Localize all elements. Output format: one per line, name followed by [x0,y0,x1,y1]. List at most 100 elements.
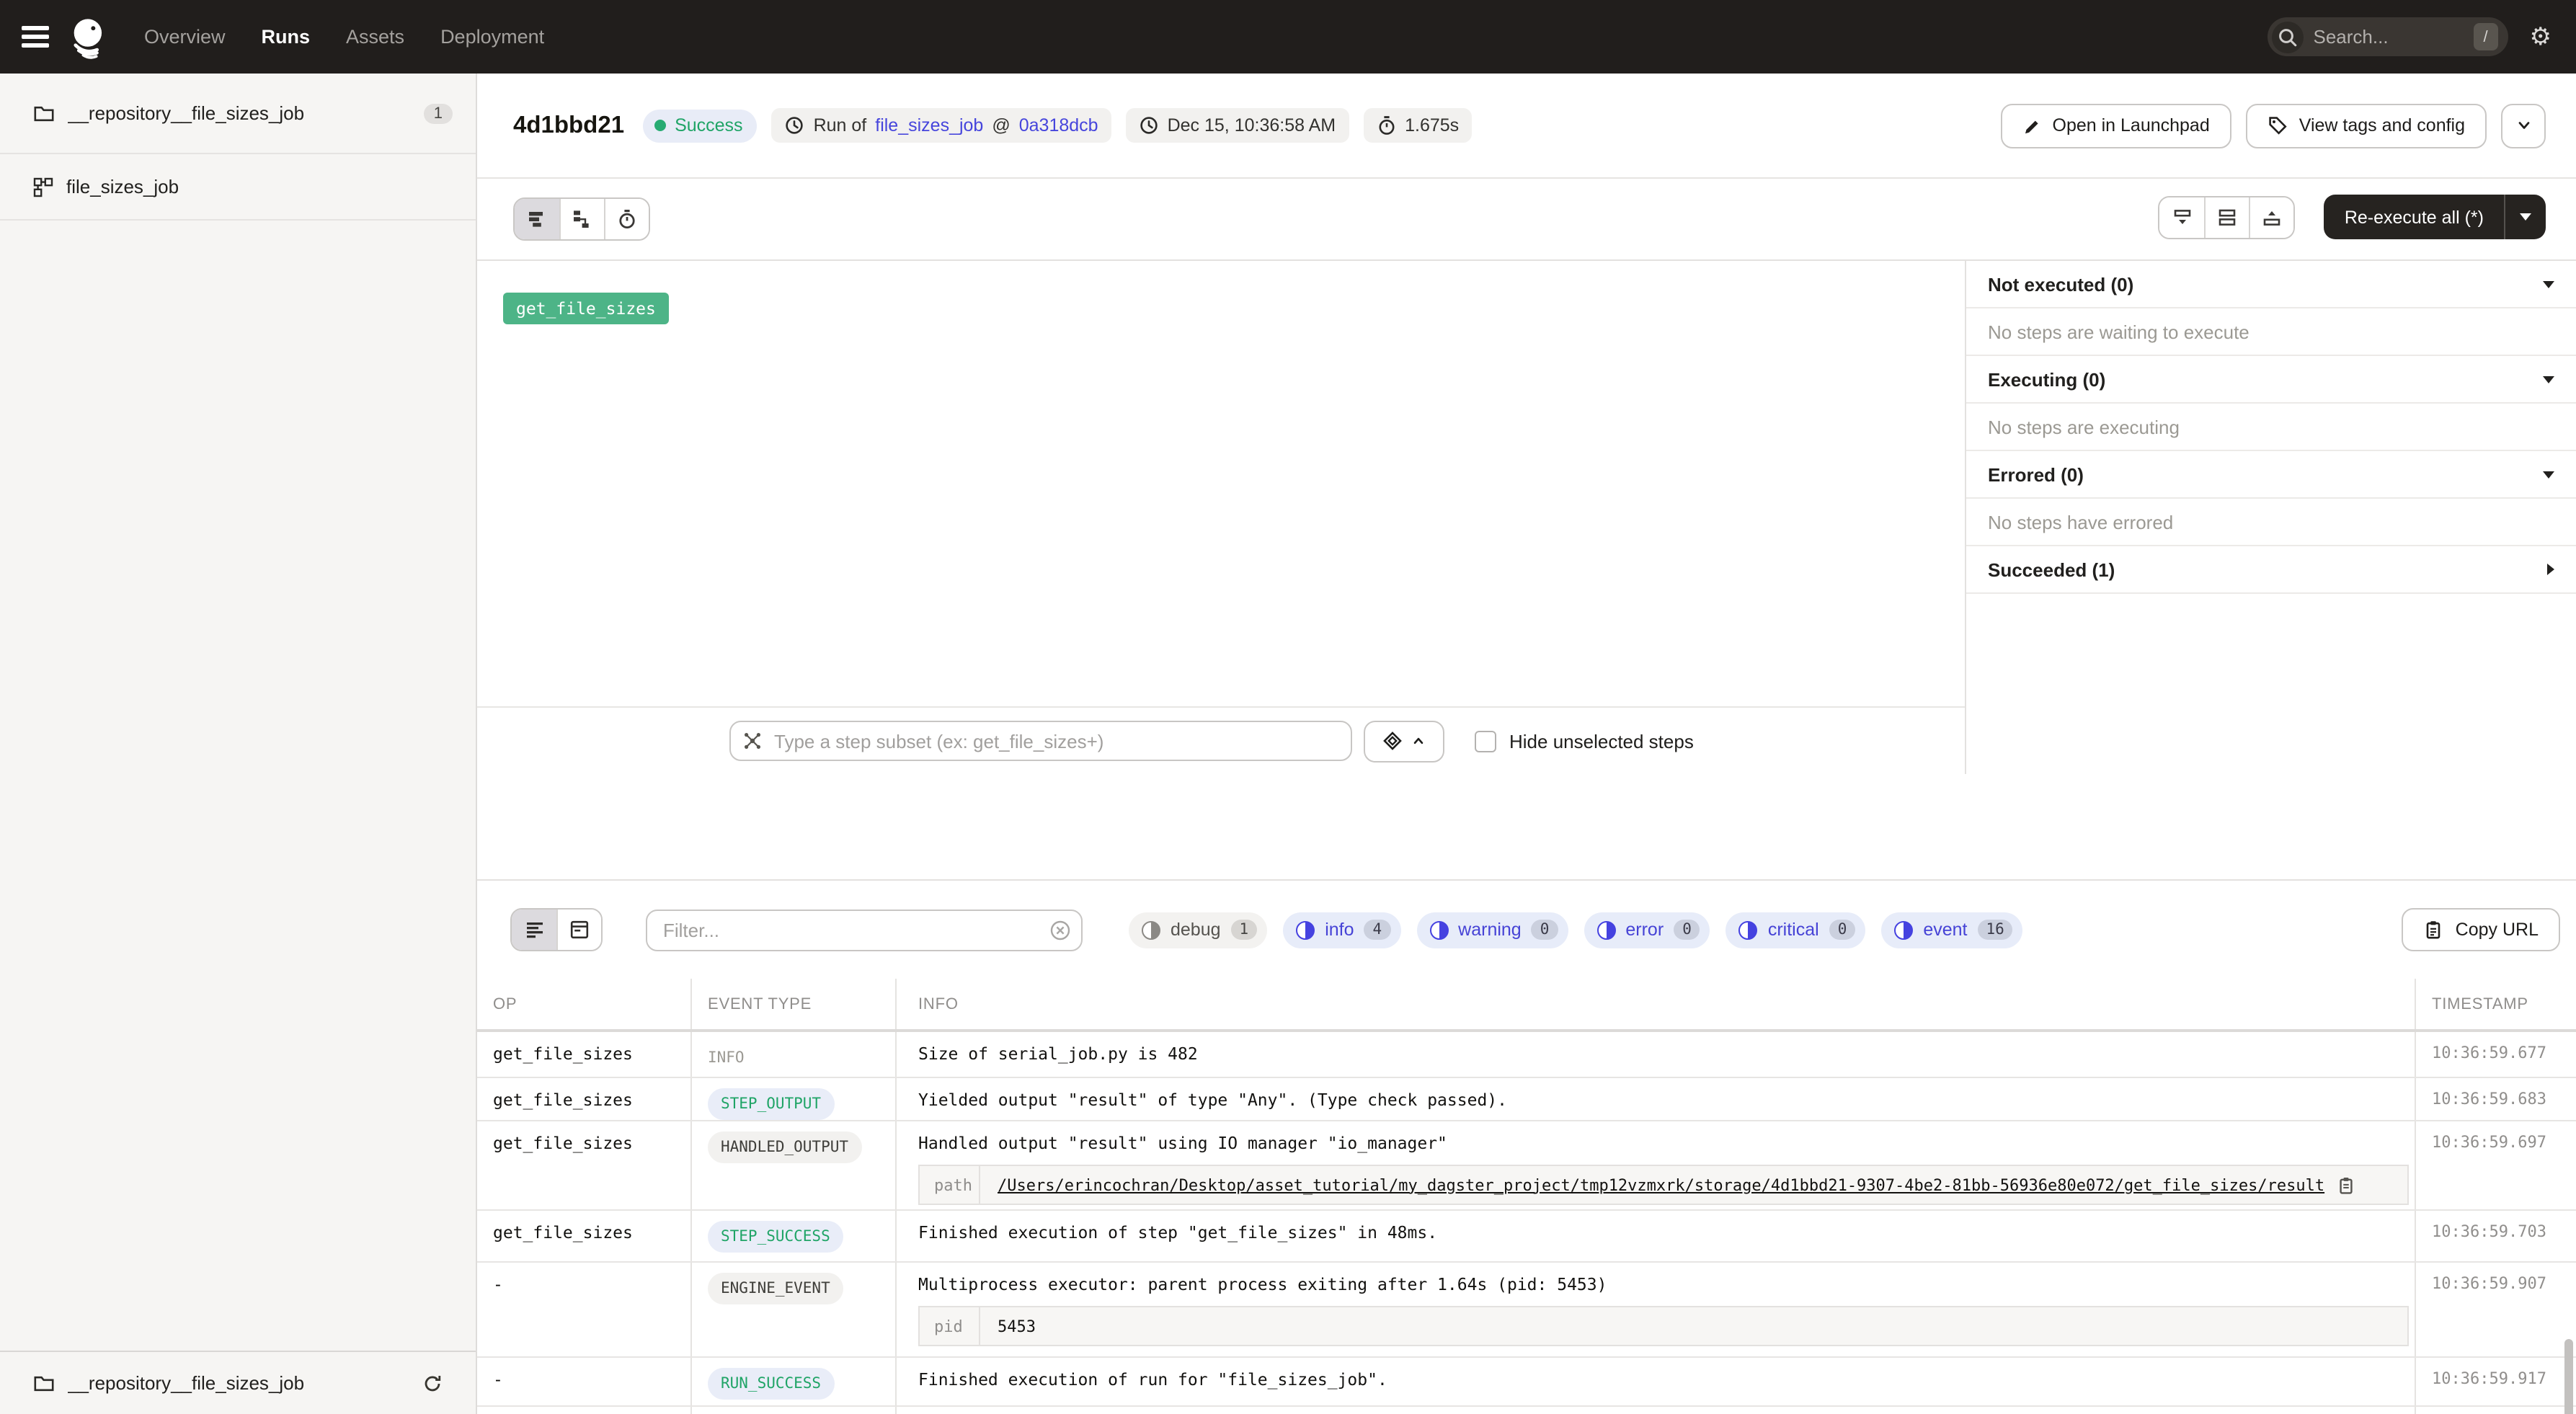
jobs-sidebar: __repository__file_sizes_job 1 file_size… [0,74,477,1414]
copy-path-icon[interactable] [2336,1175,2355,1194]
gantt-step-bar[interactable]: get_file_sizes [503,293,669,324]
step-status-section: Executing (0) No steps are executing [1966,356,2576,451]
step-status-section: Errored (0) No steps have errored [1966,451,2576,546]
panel-layout-switcher [2158,196,2295,239]
log-table-row[interactable]: get_file_sizes INFO Size of serial_job.p… [477,1032,2576,1078]
metadata-key: pid [920,1307,980,1345]
open-in-launchpad-button[interactable]: Open in Launchpad [2001,103,2231,148]
log-structured-view-button[interactable] [556,910,601,950]
copy-url-button[interactable]: Copy URL [2402,908,2560,951]
step-status-section-header[interactable]: Not executed (0) [1966,261,2576,308]
log-timestamp: 10:36:59.907 [2432,1274,2546,1293]
gantt-chart: get_file_sizes [477,261,1966,774]
run-timestamp-tag: Dec 15, 10:36:58 AM [1126,108,1349,143]
log-list-view-button[interactable] [512,910,556,950]
metadata-value[interactable]: /Users/erincochran/Desktop/asset_tutoria… [998,1175,2324,1194]
folder-icon [33,103,55,123]
hide-unselected-checkbox[interactable] [1475,730,1496,752]
sidebar-footer: __repository__file_sizes_job [0,1351,476,1414]
step-status-section: Not executed (0) No steps are waiting to… [1966,261,2576,356]
run-actions-dropdown-button[interactable] [2501,103,2546,148]
log-op: get_file_sizes [493,1133,633,1153]
log-info-text: Finished execution of step "get_file_siz… [918,1222,2403,1242]
dagster-logo-icon[interactable] [66,14,112,60]
gantt-waterfall-view-button[interactable] [559,199,604,239]
sidebar-footer-label: __repository__file_sizes_job [68,1372,409,1394]
log-table-row[interactable]: - ENGINE_EVENT Process for run exited (p… [477,1407,2576,1414]
refresh-icon[interactable] [422,1373,443,1393]
toggle-switch-icon [1894,920,1913,939]
log-view-switcher [510,908,603,951]
expand-bottom-panel-button[interactable] [2249,197,2293,238]
search-input[interactable] [2304,26,2474,48]
log-filter-input[interactable] [646,909,1083,951]
log-scrollbar-thumb[interactable] [2564,1339,2573,1414]
log-level-toggle-critical[interactable]: critical 0 [1726,912,1866,948]
level-count-badge: 1 [1231,920,1258,940]
log-table-row[interactable]: get_file_sizes STEP_SUCCESS Finished exe… [477,1211,2576,1263]
level-count-badge: 0 [1674,920,1700,940]
log-event-type: INFO [708,1044,745,1070]
run-of-tag: Run of file_sizes_job @ 0a318dcb [772,108,1111,143]
step-status-empty-message: No steps are executing [1966,404,2576,451]
gantt-flat-view-button[interactable] [515,199,559,239]
nav-item-assets[interactable]: Assets [346,26,404,48]
global-search[interactable]: / [2268,17,2508,56]
reexecute-all-button[interactable]: Re-execute all (*) [2324,195,2546,239]
chevron-down-icon [2515,117,2532,134]
hamburger-menu-icon[interactable] [22,22,49,53]
log-level-toggle-error[interactable]: error 0 [1584,912,1710,948]
toggle-switch-icon [1429,920,1448,939]
toggle-switch-icon [1142,920,1160,939]
sidebar-repo-group[interactable]: __repository__file_sizes_job 1 [0,74,476,154]
job-link[interactable]: file_sizes_job [875,115,983,135]
hide-unselected-steps-control[interactable]: Hide unselected steps [1475,730,1694,752]
step-subset-input[interactable] [729,721,1352,761]
run-id: 4d1bbd21 [513,112,624,139]
log-level-toggle-debug[interactable]: debug 1 [1129,912,1267,948]
log-event-type: STEP_OUTPUT [708,1090,834,1120]
clear-filter-icon[interactable] [1049,919,1071,941]
log-table-row[interactable]: - RUN_SUCCESS Finished execution of run … [477,1358,2576,1407]
log-table-row[interactable]: get_file_sizes HANDLED_OUTPUT Handled ou… [477,1121,2576,1211]
sidebar-item-file-sizes-job[interactable]: file_sizes_job [0,154,476,221]
sidebar-repo-label: __repository__file_sizes_job [68,102,411,124]
level-count-badge: 4 [1364,920,1391,940]
run-status-badge: Success [643,109,758,142]
view-tags-config-button[interactable]: View tags and config [2246,103,2487,148]
log-level-toggle-info[interactable]: info 4 [1283,912,1400,948]
step-status-section-header[interactable]: Errored (0) [1966,451,2576,499]
snapshot-link[interactable]: 0a318dcb [1019,115,1098,135]
graph-options-button[interactable] [1364,720,1444,762]
gantt-view-switcher [513,197,650,241]
log-table-row[interactable]: - ENGINE_EVENT Multiprocess executor: pa… [477,1263,2576,1358]
metadata-value: 5453 [998,1317,1036,1335]
level-count-badge: 0 [1829,920,1856,940]
gantt-timed-view-button[interactable] [604,199,649,239]
gear-icon[interactable]: ⚙ [2530,25,2552,49]
toggle-switch-icon [1739,920,1758,939]
step-status-section: Succeeded (1) [1966,546,2576,594]
step-status-empty-message: No steps have errored [1966,499,2576,546]
log-timestamp: 10:36:59.677 [2432,1044,2546,1062]
col-op: OP [493,996,517,1013]
run-duration-tag: 1.675s [1363,108,1472,143]
log-level-filters: debug 1 info 4 warning 0 error 0 critica… [1129,912,2023,948]
nav-item-overview[interactable]: Overview [144,26,226,48]
run-header: 4d1bbd21 Success Run of file_sizes_job @… [477,74,2576,179]
nav-items: Overview Runs Assets Deployment [144,26,544,48]
chevron-up-icon [1411,734,1426,748]
log-level-toggle-event[interactable]: event 16 [1881,912,2023,948]
nav-item-runs[interactable]: Runs [262,26,311,48]
log-table-row[interactable]: get_file_sizes STEP_OUTPUT Yielded outpu… [477,1078,2576,1121]
nav-item-deployment[interactable]: Deployment [440,26,544,48]
main-content: 4d1bbd21 Success Run of file_sizes_job @… [477,74,2576,1414]
reexecute-dropdown-caret[interactable] [2504,195,2546,239]
log-level-toggle-warning[interactable]: warning 0 [1416,912,1568,948]
step-status-section-header[interactable]: Executing (0) [1966,356,2576,404]
collapse-bottom-panel-button[interactable] [2159,197,2204,238]
split-panels-button[interactable] [2204,197,2249,238]
log-metadata-entry: pid 5453 [918,1306,2409,1346]
log-section: debug 1 info 4 warning 0 error 0 critica… [477,879,2576,1414]
step-status-section-header[interactable]: Succeeded (1) [1966,546,2576,594]
